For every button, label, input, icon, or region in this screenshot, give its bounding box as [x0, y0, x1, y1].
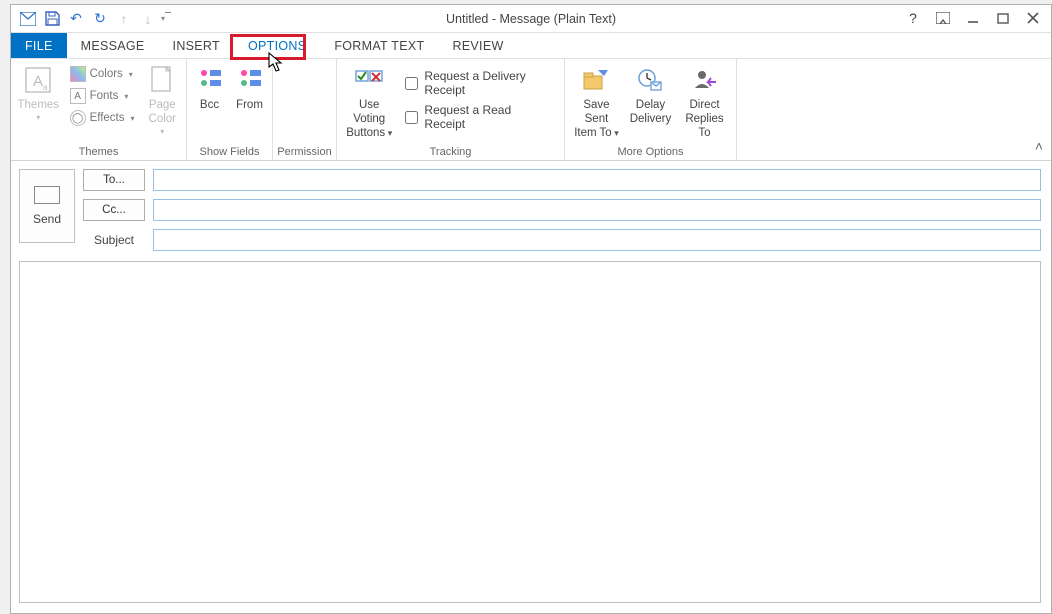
previous-item-icon: ↑ — [113, 8, 135, 30]
tab-review[interactable]: REVIEW — [438, 33, 517, 58]
voting-icon — [352, 63, 386, 97]
cc-button[interactable]: Cc... — [83, 199, 145, 221]
subject-input[interactable] — [153, 229, 1041, 251]
window-controls: ? — [899, 7, 1047, 29]
themes-button: Aa Themes ▾ — [15, 61, 62, 124]
tab-message[interactable]: MESSAGE — [67, 33, 159, 58]
bcc-button[interactable]: Bcc — [191, 61, 229, 115]
subject-label: Subject — [83, 233, 145, 247]
group-tracking: Use Voting Buttons Request a Delivery Re… — [337, 59, 565, 160]
save-sent-item-to-button[interactable]: Save Sent Item To — [569, 61, 624, 142]
group-more-options: Save Sent Item To Delay Delivery Direct … — [565, 59, 737, 160]
colors-label: Colors — [90, 68, 123, 80]
themes-label: Themes — [18, 99, 60, 113]
svg-text:a: a — [43, 83, 48, 92]
use-voting-buttons-button[interactable]: Use Voting Buttons — [341, 61, 397, 142]
bcc-icon — [193, 63, 227, 97]
tab-options[interactable]: OPTIONS — [234, 33, 320, 58]
save-icon[interactable] — [41, 8, 63, 30]
page-color-button: Page Color ▾ — [143, 61, 182, 138]
save-sent-label: Save Sent Item To — [571, 99, 622, 140]
group-more-options-label: More Options — [569, 146, 732, 160]
minimize-icon[interactable] — [959, 7, 987, 29]
effects-label: Effects — [90, 112, 125, 124]
delay-delivery-label: Delay Delivery — [630, 99, 672, 127]
fonts-button[interactable]: A Fonts — [64, 85, 141, 107]
effects-icon: ◯ — [70, 110, 86, 126]
group-themes: Aa Themes ▾ Colors A Fonts ◯ — [11, 59, 187, 160]
svg-text:A: A — [33, 73, 43, 90]
quick-access-toolbar: ↶ ↻ ↑ ↓ ▾ — [11, 8, 177, 30]
message-header: Send To... Cc... Subject — [19, 169, 1041, 251]
maximize-icon[interactable] — [989, 7, 1017, 29]
group-show-fields-label: Show Fields — [191, 146, 268, 160]
read-receipt-label: Request a Read Receipt — [424, 103, 554, 131]
message-window: ↶ ↻ ↑ ↓ ▾ Untitled - Message (Plain Text… — [10, 4, 1052, 614]
delay-delivery-button[interactable]: Delay Delivery — [626, 61, 675, 129]
message-body[interactable] — [19, 261, 1041, 603]
read-receipt-input[interactable] — [405, 111, 418, 124]
colors-icon — [70, 66, 86, 82]
delivery-receipt-checkbox[interactable]: Request a Delivery Receipt — [405, 69, 554, 97]
app-icon[interactable] — [17, 8, 39, 30]
direct-replies-icon — [688, 63, 722, 97]
group-tracking-label: Tracking — [341, 146, 560, 160]
ribbon-tabs: FILE MESSAGE INSERT OPTIONS FORMAT TEXT … — [11, 33, 1051, 59]
delay-delivery-icon — [633, 63, 667, 97]
qat-customize-dropdown[interactable]: ▾ — [161, 8, 171, 30]
to-input[interactable] — [153, 169, 1041, 191]
group-permission: Permission — [273, 59, 337, 160]
voting-label: Use Voting Buttons — [343, 99, 395, 140]
fonts-icon: A — [70, 88, 86, 104]
collapse-ribbon-icon[interactable]: ˄ — [1035, 138, 1043, 154]
ribbon: Aa Themes ▾ Colors A Fonts ◯ — [11, 59, 1051, 161]
direct-replies-to-button[interactable]: Direct Replies To — [677, 61, 732, 142]
effects-button[interactable]: ◯ Effects — [64, 107, 141, 129]
fonts-label: Fonts — [90, 90, 119, 102]
tab-file[interactable]: FILE — [11, 33, 67, 58]
title-bar: ↶ ↻ ↑ ↓ ▾ Untitled - Message (Plain Text… — [11, 5, 1051, 33]
next-item-icon: ↓ — [137, 8, 159, 30]
read-receipt-checkbox[interactable]: Request a Read Receipt — [405, 103, 554, 131]
undo-icon[interactable]: ↶ — [65, 8, 87, 30]
from-button[interactable]: From — [231, 61, 269, 115]
compose-area: Send To... Cc... Subject — [11, 161, 1051, 613]
colors-button[interactable]: Colors — [64, 63, 141, 85]
from-icon — [233, 63, 267, 97]
direct-replies-label: Direct Replies To — [679, 99, 730, 140]
themes-icon: Aa — [21, 63, 55, 97]
delivery-receipt-label: Request a Delivery Receipt — [424, 69, 554, 97]
group-permission-label: Permission — [277, 146, 332, 160]
from-label: From — [236, 99, 263, 113]
group-show-fields: Bcc From Show Fields — [187, 59, 273, 160]
redo-icon[interactable]: ↻ — [89, 8, 111, 30]
page-color-icon — [145, 63, 179, 97]
help-icon[interactable]: ? — [899, 7, 927, 29]
send-label: Send — [33, 212, 61, 226]
to-button[interactable]: To... — [83, 169, 145, 191]
send-button[interactable]: Send — [19, 169, 75, 243]
ribbon-display-options-icon[interactable] — [929, 7, 957, 29]
tab-format-text[interactable]: FORMAT TEXT — [320, 33, 438, 58]
bcc-label: Bcc — [200, 99, 219, 113]
page-color-label: Page Color — [149, 99, 176, 127]
close-icon[interactable] — [1019, 7, 1047, 29]
cc-input[interactable] — [153, 199, 1041, 221]
delivery-receipt-input[interactable] — [405, 77, 418, 90]
tab-insert[interactable]: INSERT — [159, 33, 234, 58]
group-themes-label: Themes — [15, 146, 182, 160]
envelope-icon — [34, 186, 60, 204]
save-sent-icon — [579, 63, 613, 97]
